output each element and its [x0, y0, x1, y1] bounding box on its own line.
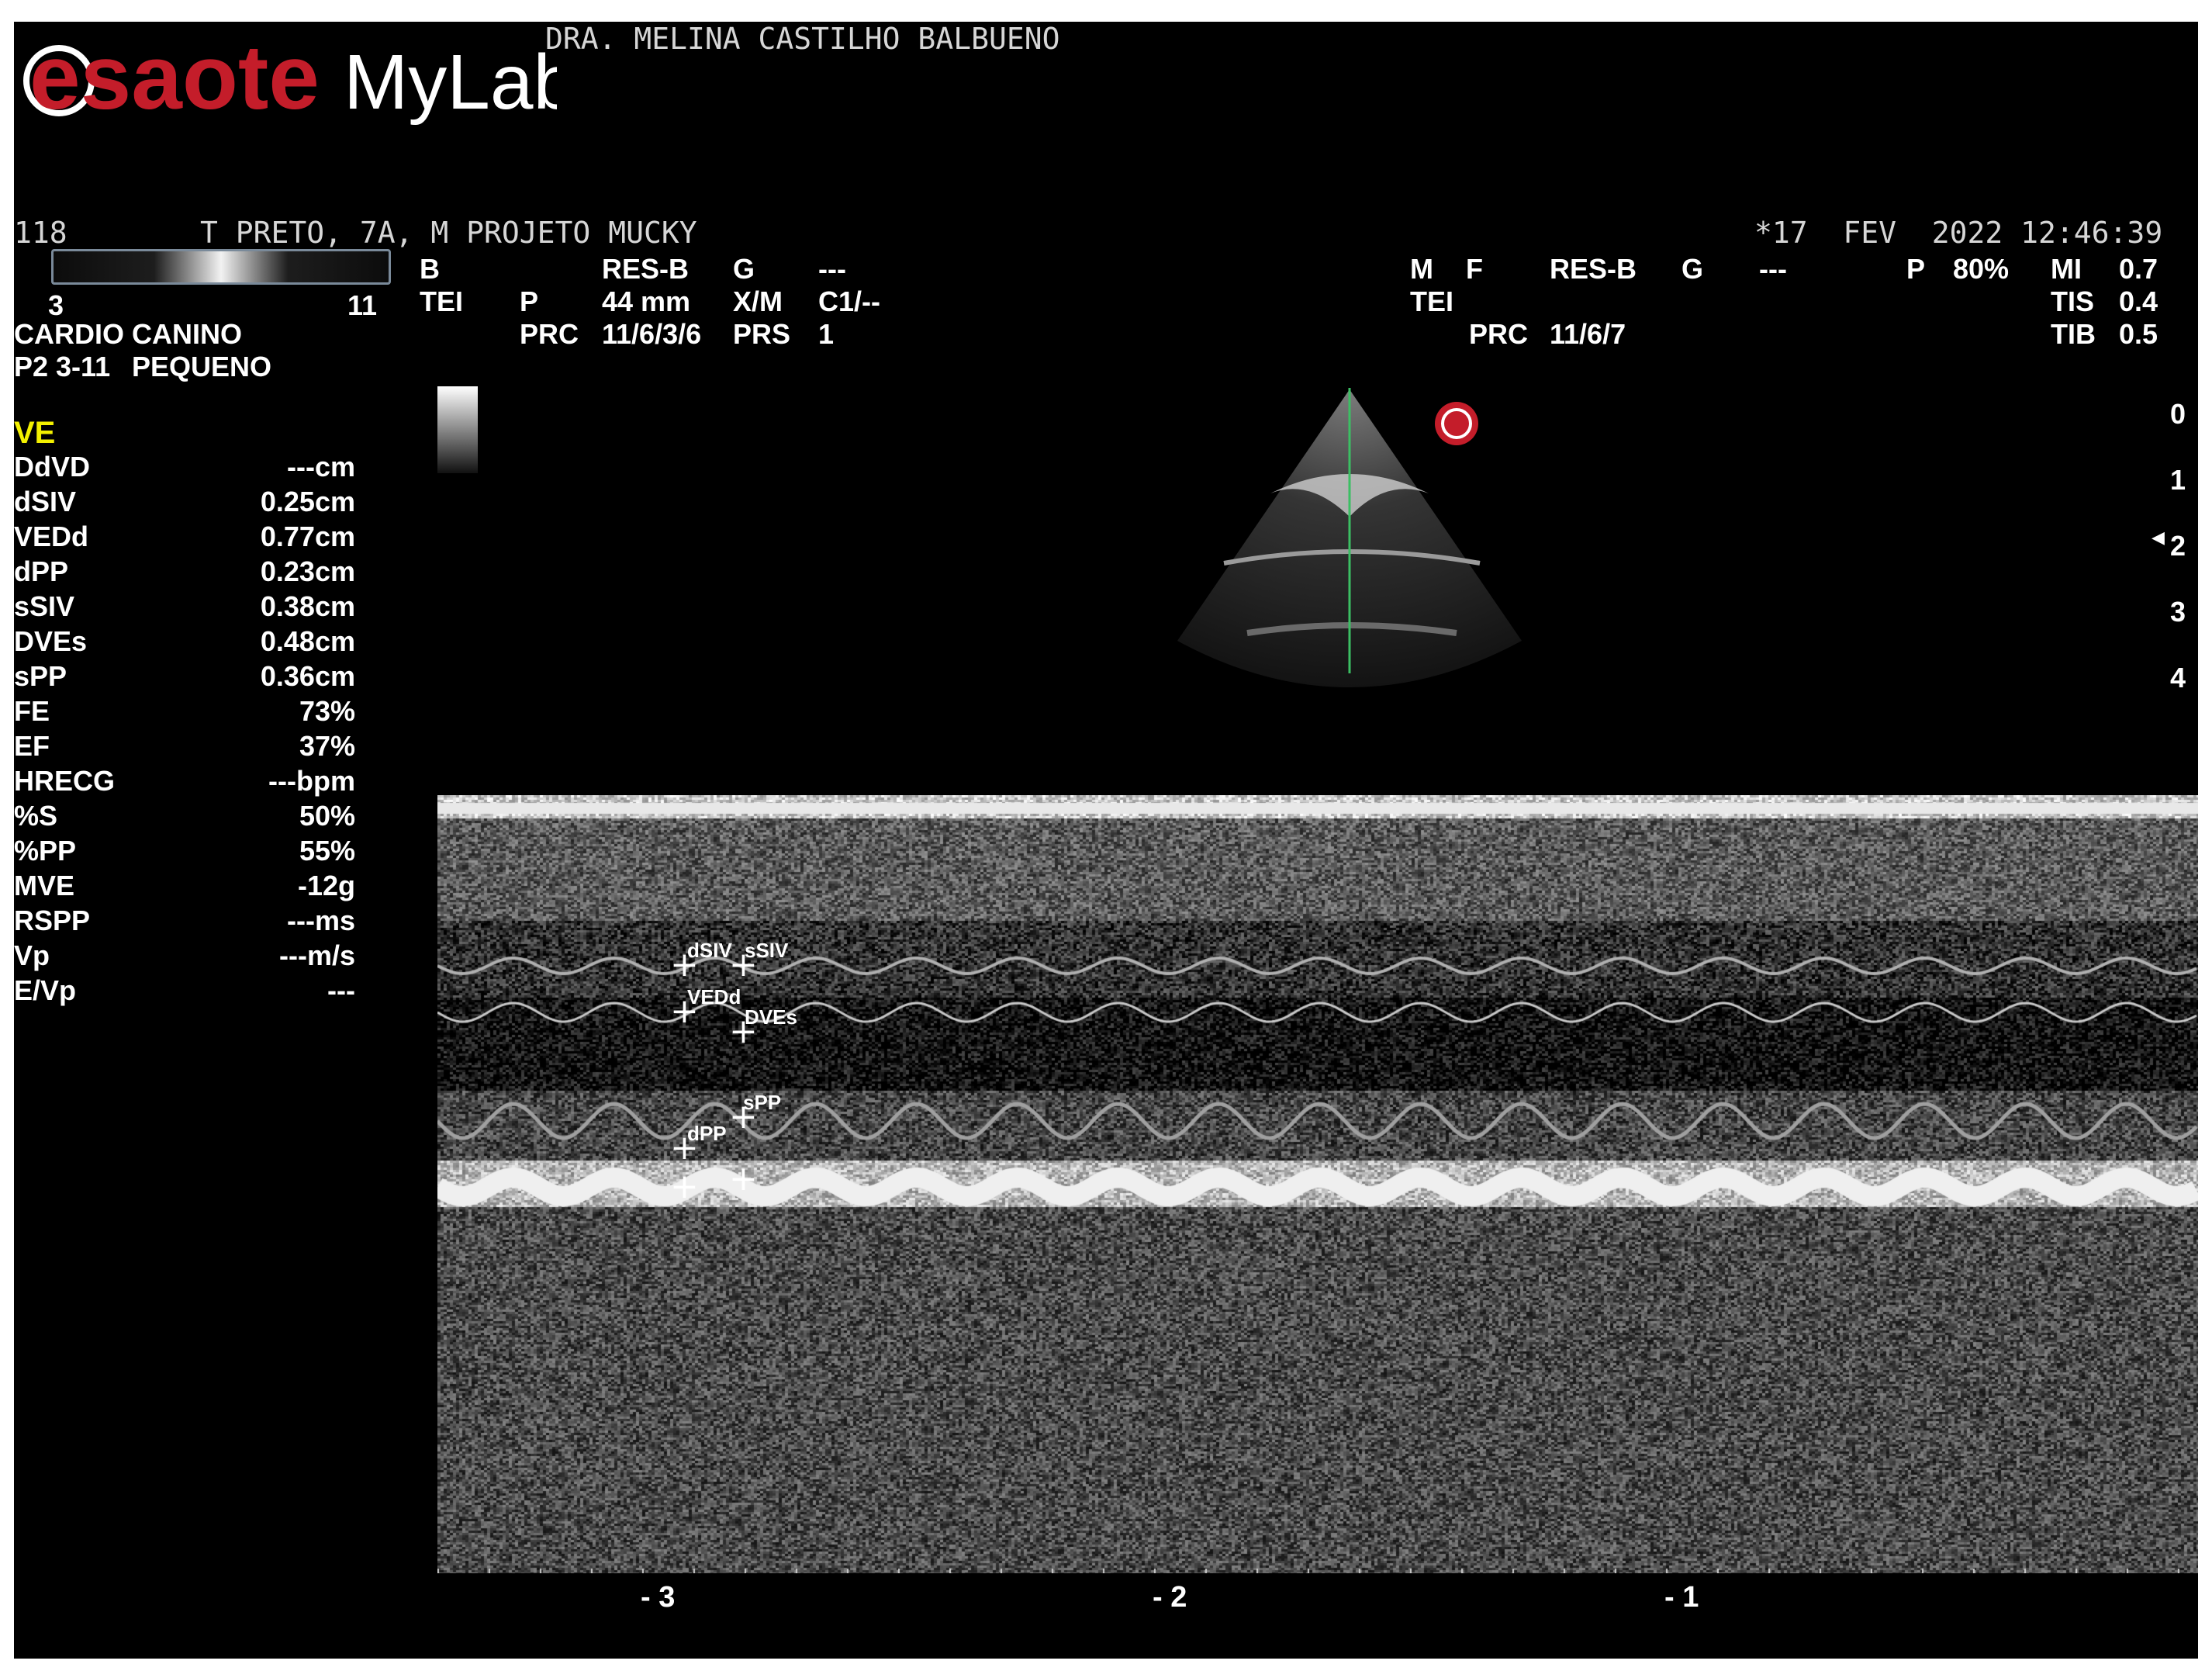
param-b-xm: X/M	[733, 285, 783, 317]
param-b-prs-label: PRS	[733, 318, 791, 350]
caliper-spp-icon[interactable]: +	[729, 1100, 758, 1134]
measurement-label: DdVD	[14, 451, 90, 483]
param-b-res: RES-B	[602, 253, 690, 285]
safety-tib-label: TIB	[2051, 318, 2096, 350]
param-b-depth: 44 mm	[602, 285, 691, 317]
measurement-label: MVE	[14, 870, 75, 901]
caliper-dsiv-icon[interactable]: +	[670, 948, 699, 982]
safety-mi-value: 0.7	[2119, 253, 2158, 285]
param-m-gain-label: G	[1681, 253, 1704, 285]
measurement-label: sSIV	[14, 590, 75, 622]
measurement-value: ---bpm	[268, 765, 355, 797]
measurement-value: 0.48cm	[260, 625, 355, 657]
measurement-value: ---m/s	[279, 939, 355, 971]
depth-tick-label: 0	[2169, 398, 2186, 430]
ultrasound-screen: esaote MyLab DRA. MELINA CASTILHO BALBUE…	[14, 22, 2198, 1659]
param-b-prc-label: PRC	[520, 318, 579, 350]
operator-name: DRA. MELINA CASTILHO BALBUENO	[545, 22, 1060, 56]
param-b-prs-value: 1	[818, 318, 835, 350]
b-mode-sector-image	[1177, 388, 1522, 687]
probe-size: PEQUENO	[132, 351, 272, 382]
grayscale-bar	[51, 249, 391, 285]
measurement-value: 50%	[299, 800, 355, 832]
focus-marker-icon: ◀	[2152, 528, 2165, 547]
caliper-epi-left-icon[interactable]: +	[670, 1170, 699, 1204]
safety-tib-value: 0.5	[2119, 318, 2158, 350]
caliper-epi-right-icon[interactable]: +	[729, 1162, 758, 1196]
time-axis-label-2: - 2	[1153, 1581, 1187, 1614]
measurement-label: DVEs	[14, 625, 88, 657]
measurement-value: 37%	[299, 730, 355, 762]
param-b-p: P	[520, 285, 539, 317]
exam-datetime: *17 FEV 2022 12:46:39	[1754, 216, 2163, 250]
measurement-value: ---ms	[287, 905, 355, 936]
param-b-prc-value: 11/6/3/6	[602, 318, 702, 350]
safety-tis-value: 0.4	[2119, 285, 2158, 317]
measurement-value: 55%	[299, 835, 355, 867]
safety-tis-label: TIS	[2051, 285, 2095, 317]
patient-id: 118	[14, 216, 67, 250]
measurement-label: %PP	[14, 835, 77, 867]
depth-tick-label: 2	[2169, 530, 2186, 562]
depth-tick-label: 1	[2169, 464, 2186, 496]
measurement-title: VE	[14, 416, 56, 450]
caliper-vedd-icon[interactable]: +	[670, 995, 699, 1029]
time-axis-label-3: - 3	[641, 1581, 676, 1614]
measurement-value: -12g	[297, 870, 355, 901]
safety-mi-label: MI	[2051, 253, 2082, 285]
caliper-ssiv-icon[interactable]: +	[729, 948, 758, 982]
caliper-dpp-icon[interactable]: +	[670, 1131, 699, 1165]
param-m-res: RES-B	[1550, 253, 1637, 285]
exam-preset: CARDIO CANINO	[14, 318, 242, 350]
measurement-value: 73%	[299, 695, 355, 727]
time-axis-label-1: - 1	[1664, 1581, 1699, 1614]
depth-tick-label: 3	[2169, 596, 2186, 628]
depth-tick-label: 4	[2169, 662, 2186, 694]
measurement-value: 0.25cm	[260, 486, 355, 517]
measurement-label: Vp	[14, 939, 50, 971]
param-b-gain-label: G	[733, 253, 755, 285]
patient-info: T PRETO, 7A, M PROJETO MUCKY	[200, 216, 697, 250]
param-b-tei: TEI	[420, 285, 464, 317]
measurement-value: 0.23cm	[260, 555, 355, 587]
measurement-label: VEDd	[14, 521, 89, 552]
param-m-prc-value: 11/6/7	[1550, 318, 1626, 350]
measurement-label: RSPP	[14, 905, 91, 936]
measurement-label: %S	[14, 800, 58, 832]
param-m-mode: M	[1410, 253, 1433, 285]
param-m-f: F	[1466, 253, 1483, 285]
m-mode-trace	[437, 795, 2198, 1573]
param-m-tei: TEI	[1410, 285, 1454, 317]
measurement-label: EF	[14, 730, 50, 762]
measurement-value: ---	[327, 974, 355, 1006]
measurement-label: sPP	[14, 660, 67, 692]
param-b-c1: C1/--	[818, 285, 880, 317]
measurement-value: 0.38cm	[260, 590, 355, 622]
grayscale-max: 11	[347, 289, 378, 321]
measurement-label: E/Vp	[14, 974, 77, 1006]
param-m-p-label: P	[1906, 253, 1926, 285]
measurement-value: 0.77cm	[260, 521, 355, 552]
measurement-label: dPP	[14, 555, 69, 587]
param-b-mode: B	[420, 253, 440, 285]
measurement-value: ---cm	[287, 451, 355, 483]
logo-brand-text: esaote	[29, 26, 320, 129]
measurement-label: FE	[14, 695, 50, 727]
param-m-p-value: 80%	[1953, 253, 2010, 285]
measurement-label: dSIV	[14, 486, 77, 517]
probe-name: P2 3-11	[14, 351, 111, 382]
param-m-prc-label: PRC	[1469, 318, 1529, 350]
esaote-mylab-logo: esaote MyLab	[23, 26, 557, 129]
logo-product-text: MyLab	[344, 39, 557, 126]
sector-grayscale-wedge	[437, 386, 478, 473]
param-b-gain-value: ---	[818, 253, 846, 285]
param-m-gain-value: ---	[1759, 253, 1787, 285]
measurement-label: HRECG	[14, 765, 116, 797]
caliper-dves-icon[interactable]: +	[729, 1015, 758, 1049]
measurement-value: 0.36cm	[260, 660, 355, 692]
grayscale-min: 3	[48, 289, 64, 321]
